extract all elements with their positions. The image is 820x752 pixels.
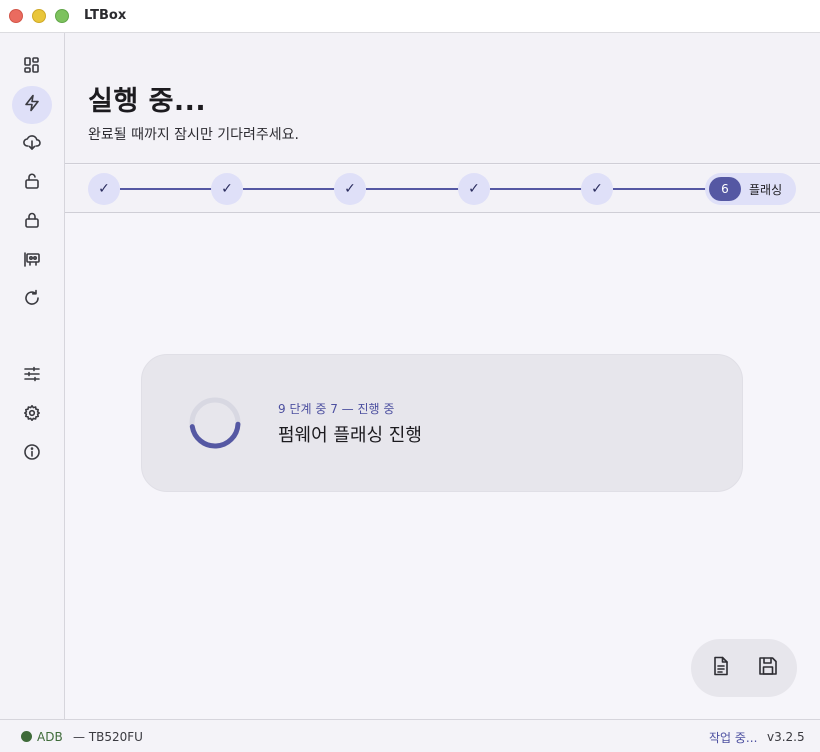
device-name: — TB520FU xyxy=(73,730,143,744)
progress-step-meta: 9 단계 중 7 — 진행 중 xyxy=(278,402,395,416)
info-icon xyxy=(23,443,41,465)
progress-stepper: ✓ ✓ ✓ ✓ ✓ 6 플래싱 xyxy=(65,165,820,213)
spinner-arc xyxy=(189,421,241,449)
sidebar-item-unlock[interactable] xyxy=(12,164,52,202)
save-log-button[interactable] xyxy=(756,656,780,680)
sidebar-item-download[interactable] xyxy=(12,125,52,163)
step-current-label: 플래싱 xyxy=(749,183,783,197)
view-log-button[interactable] xyxy=(709,656,733,680)
page-title: 실행 중... xyxy=(88,86,207,117)
step-5-done: ✓ xyxy=(581,173,613,205)
sidebar-item-settings[interactable] xyxy=(12,396,52,434)
sidebar-item-adjustments[interactable] xyxy=(12,357,52,395)
loading-spinner-icon xyxy=(189,397,241,449)
sidebar-item-reset[interactable] xyxy=(12,281,52,319)
title-bar: LTBox xyxy=(0,0,820,33)
save-icon xyxy=(757,655,779,681)
cloud-download-icon xyxy=(23,133,41,155)
step-2-done: ✓ xyxy=(211,173,243,205)
gear-icon xyxy=(23,404,41,426)
sliders-icon xyxy=(23,365,41,387)
step-current: 6 플래싱 xyxy=(705,173,796,205)
connection-label: ADB xyxy=(37,730,63,744)
step-connector xyxy=(243,188,335,190)
page-subtitle: 완료될 때까지 잠시만 기다려주세요. xyxy=(88,127,299,143)
page-header: 실행 중... 완료될 때까지 잠시만 기다려주세요. xyxy=(65,33,820,164)
status-bar: ADB — TB520FU 작업 중... v3.2.5 xyxy=(0,719,820,752)
action-pill xyxy=(691,639,797,697)
activity-status: 작업 중... xyxy=(709,731,758,745)
step-3-done: ✓ xyxy=(334,173,366,205)
dashboard-icon xyxy=(23,56,41,78)
maximize-window-button[interactable] xyxy=(55,9,69,23)
step-4-done: ✓ xyxy=(458,173,490,205)
step-1-done: ✓ xyxy=(88,173,120,205)
step-connector xyxy=(120,188,212,190)
unlock-icon xyxy=(23,172,41,194)
step-connector xyxy=(613,188,706,190)
progress-card: 9 단계 중 7 — 진행 중 펌웨어 플래싱 진행 xyxy=(141,354,743,492)
main-content: 실행 중... 완료될 때까지 잠시만 기다려주세요. ✓ ✓ ✓ ✓ ✓ 6 … xyxy=(65,33,820,719)
app-title: LTBox xyxy=(84,8,127,23)
refresh-icon xyxy=(23,289,41,311)
lock-icon xyxy=(23,211,41,233)
sidebar-item-lock[interactable] xyxy=(12,203,52,241)
step-connector xyxy=(490,188,582,190)
step-connector xyxy=(366,188,459,190)
app-version: v3.2.5 xyxy=(767,730,805,744)
document-icon xyxy=(710,655,732,681)
sidebar-item-hardware[interactable] xyxy=(12,242,52,280)
close-window-button[interactable] xyxy=(9,9,23,23)
step-current-number: 6 xyxy=(709,177,741,201)
progress-title: 펌웨어 플래싱 진행 xyxy=(278,425,422,446)
chip-icon xyxy=(23,250,41,272)
minimize-window-button[interactable] xyxy=(32,9,46,23)
sidebar-item-run[interactable] xyxy=(12,86,52,124)
lightning-icon xyxy=(23,94,41,116)
connection-status-dot xyxy=(21,731,32,742)
sidebar xyxy=(0,33,65,719)
sidebar-item-dashboard[interactable] xyxy=(12,48,52,86)
sidebar-item-about[interactable] xyxy=(12,435,52,473)
